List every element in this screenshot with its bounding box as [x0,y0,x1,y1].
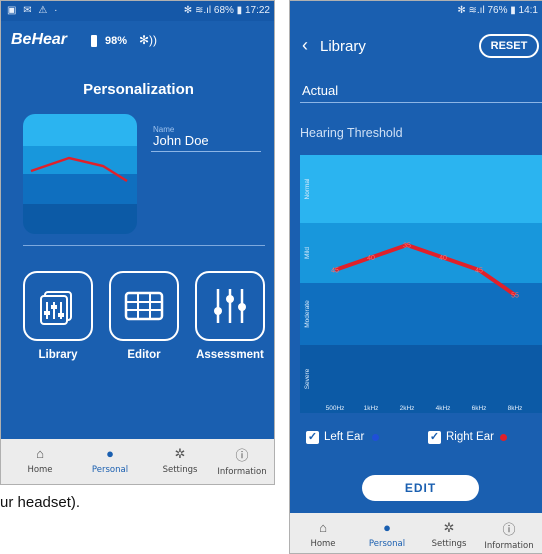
x-tick-label: 8kHz [508,405,523,412]
data-point-label: 35 [403,243,411,250]
library-button[interactable] [23,271,93,341]
status-bar: ▣ ✉ ⚠ · ✻ ≋.ıl 68% ▮ 17:22 [1,1,274,21]
library-screen: ✻ ≋.ıl 76% ▮ 14:1 ‹ Library RESET Actual… [289,0,542,554]
nav-personal-label: Personal [368,539,406,549]
data-point-label: 45 [475,268,483,275]
name-field[interactable]: John Doe [153,133,209,148]
nav-information-label: Information [217,467,267,477]
bottom-nav: ⌂ Home ● Personal ✲ Settings ⓘ Informati… [290,513,542,553]
band-label-severe: Severe [304,368,311,389]
library-label: Library [38,349,78,361]
x-tick-label: 1kHz [364,405,379,412]
nav-personal[interactable]: ● Personal [79,445,141,475]
x-tick-label: 2kHz [400,405,415,412]
grid-icon [124,291,164,321]
band-label-normal: Normal [304,178,311,200]
hearing-chart[interactable]: Normal Mild Moderate Severe 500Hz 1kHz 2kHz 4kH… [300,155,542,413]
nav-settings[interactable]: ✲ Settings [418,519,480,549]
info-icon: ⓘ [235,448,249,463]
page-title: Library [320,38,366,55]
name-underline [151,151,261,152]
person-icon: ● [106,446,114,461]
page-title: Personalization [83,81,194,98]
status-right: ✻ ≋.ıl 76% ▮ 14:1 [457,5,538,16]
status-left-icons: ▣ ✉ ⚠ · [7,5,60,16]
chart-title: Hearing Threshold [300,126,403,140]
nav-settings-label: Settings [162,465,198,475]
data-point-label: 55 [511,293,519,300]
profile-underline [300,102,542,103]
person-icon: ● [383,520,391,535]
data-point-label: 40 [439,255,447,262]
brand-logo: BeHear [11,31,68,48]
status-bar: ✻ ≋.ıl 76% ▮ 14:1 [290,1,542,21]
nav-home[interactable]: ⌂ Home [292,519,354,549]
data-point-label: 45 [331,268,339,275]
right-ear-label: Right Ear [446,431,494,443]
nav-settings-label: Settings [431,539,467,549]
caption-text: ur headset). [0,494,81,511]
right-ear-checkbox[interactable]: ✓ [428,431,441,444]
x-tick-label: 6kHz [472,405,487,412]
battery-level: 98% [105,35,128,47]
assessment-button[interactable] [195,271,265,341]
nav-settings[interactable]: ✲ Settings [149,445,211,475]
assessment-label: Assessment [196,349,264,361]
nav-home-label: Home [310,539,336,549]
nav-personal[interactable]: ● Personal [356,519,418,549]
left-ear-dot [372,434,379,441]
profile-selector[interactable]: Actual [302,83,338,98]
battery-icon [91,35,97,47]
nav-personal-label: Personal [91,465,129,475]
sliders-icon [214,289,246,323]
reset-button[interactable]: RESET [479,34,539,58]
band-moderate [300,283,542,345]
personalization-screen: ▣ ✉ ⚠ · ✻ ≋.ıl 68% ▮ 17:22 BeHear 98% ✻)… [0,0,275,485]
band-label-moderate: Moderate [304,300,311,328]
editor-button[interactable] [109,271,179,341]
info-icon: ⓘ [502,522,516,537]
nav-information-label: Information [484,541,534,551]
right-ear-dot [500,434,507,441]
divider [23,245,265,246]
gear-icon: ✲ [174,446,186,461]
hearing-chart-svg: Normal Mild Moderate Severe 500Hz 1kHz 2kHz 4kH… [300,155,542,413]
bluetooth-icon: ✻)) [139,33,158,47]
edit-button[interactable]: EDIT [362,475,479,501]
gear-icon: ✲ [443,520,455,535]
x-tick-label: 4kHz [436,405,451,412]
band-label-mild: Mild [304,247,311,259]
nav-home[interactable]: ⌂ Home [9,445,71,475]
editor-label: Editor [127,349,161,361]
status-right: ✻ ≋.ıl 68% ▮ 17:22 [183,5,270,16]
left-ear-checkbox[interactable]: ✓ [306,431,319,444]
library-icon [40,291,72,325]
band-normal [300,155,542,223]
x-tick-label: 500Hz [326,405,345,412]
home-icon: ⌂ [319,520,327,535]
nav-home-label: Home [27,465,53,475]
app-header: BeHear 98% ✻)) [1,21,274,61]
profile-avatar-card[interactable] [23,114,137,234]
nav-information[interactable]: ⓘ Information [211,445,273,477]
library-header: ‹ Library RESET [290,31,542,67]
left-ear-label: Left Ear [324,431,365,443]
nav-information[interactable]: ⓘ Information [478,519,540,551]
bottom-nav: ⌂ Home ● Personal ✲ Settings ⓘ Informati… [1,439,274,484]
back-icon[interactable]: ‹ [302,35,308,56]
profile-curve [30,156,128,183]
band-severe [300,345,542,413]
data-point-label: 40 [367,255,375,262]
home-icon: ⌂ [36,446,44,461]
